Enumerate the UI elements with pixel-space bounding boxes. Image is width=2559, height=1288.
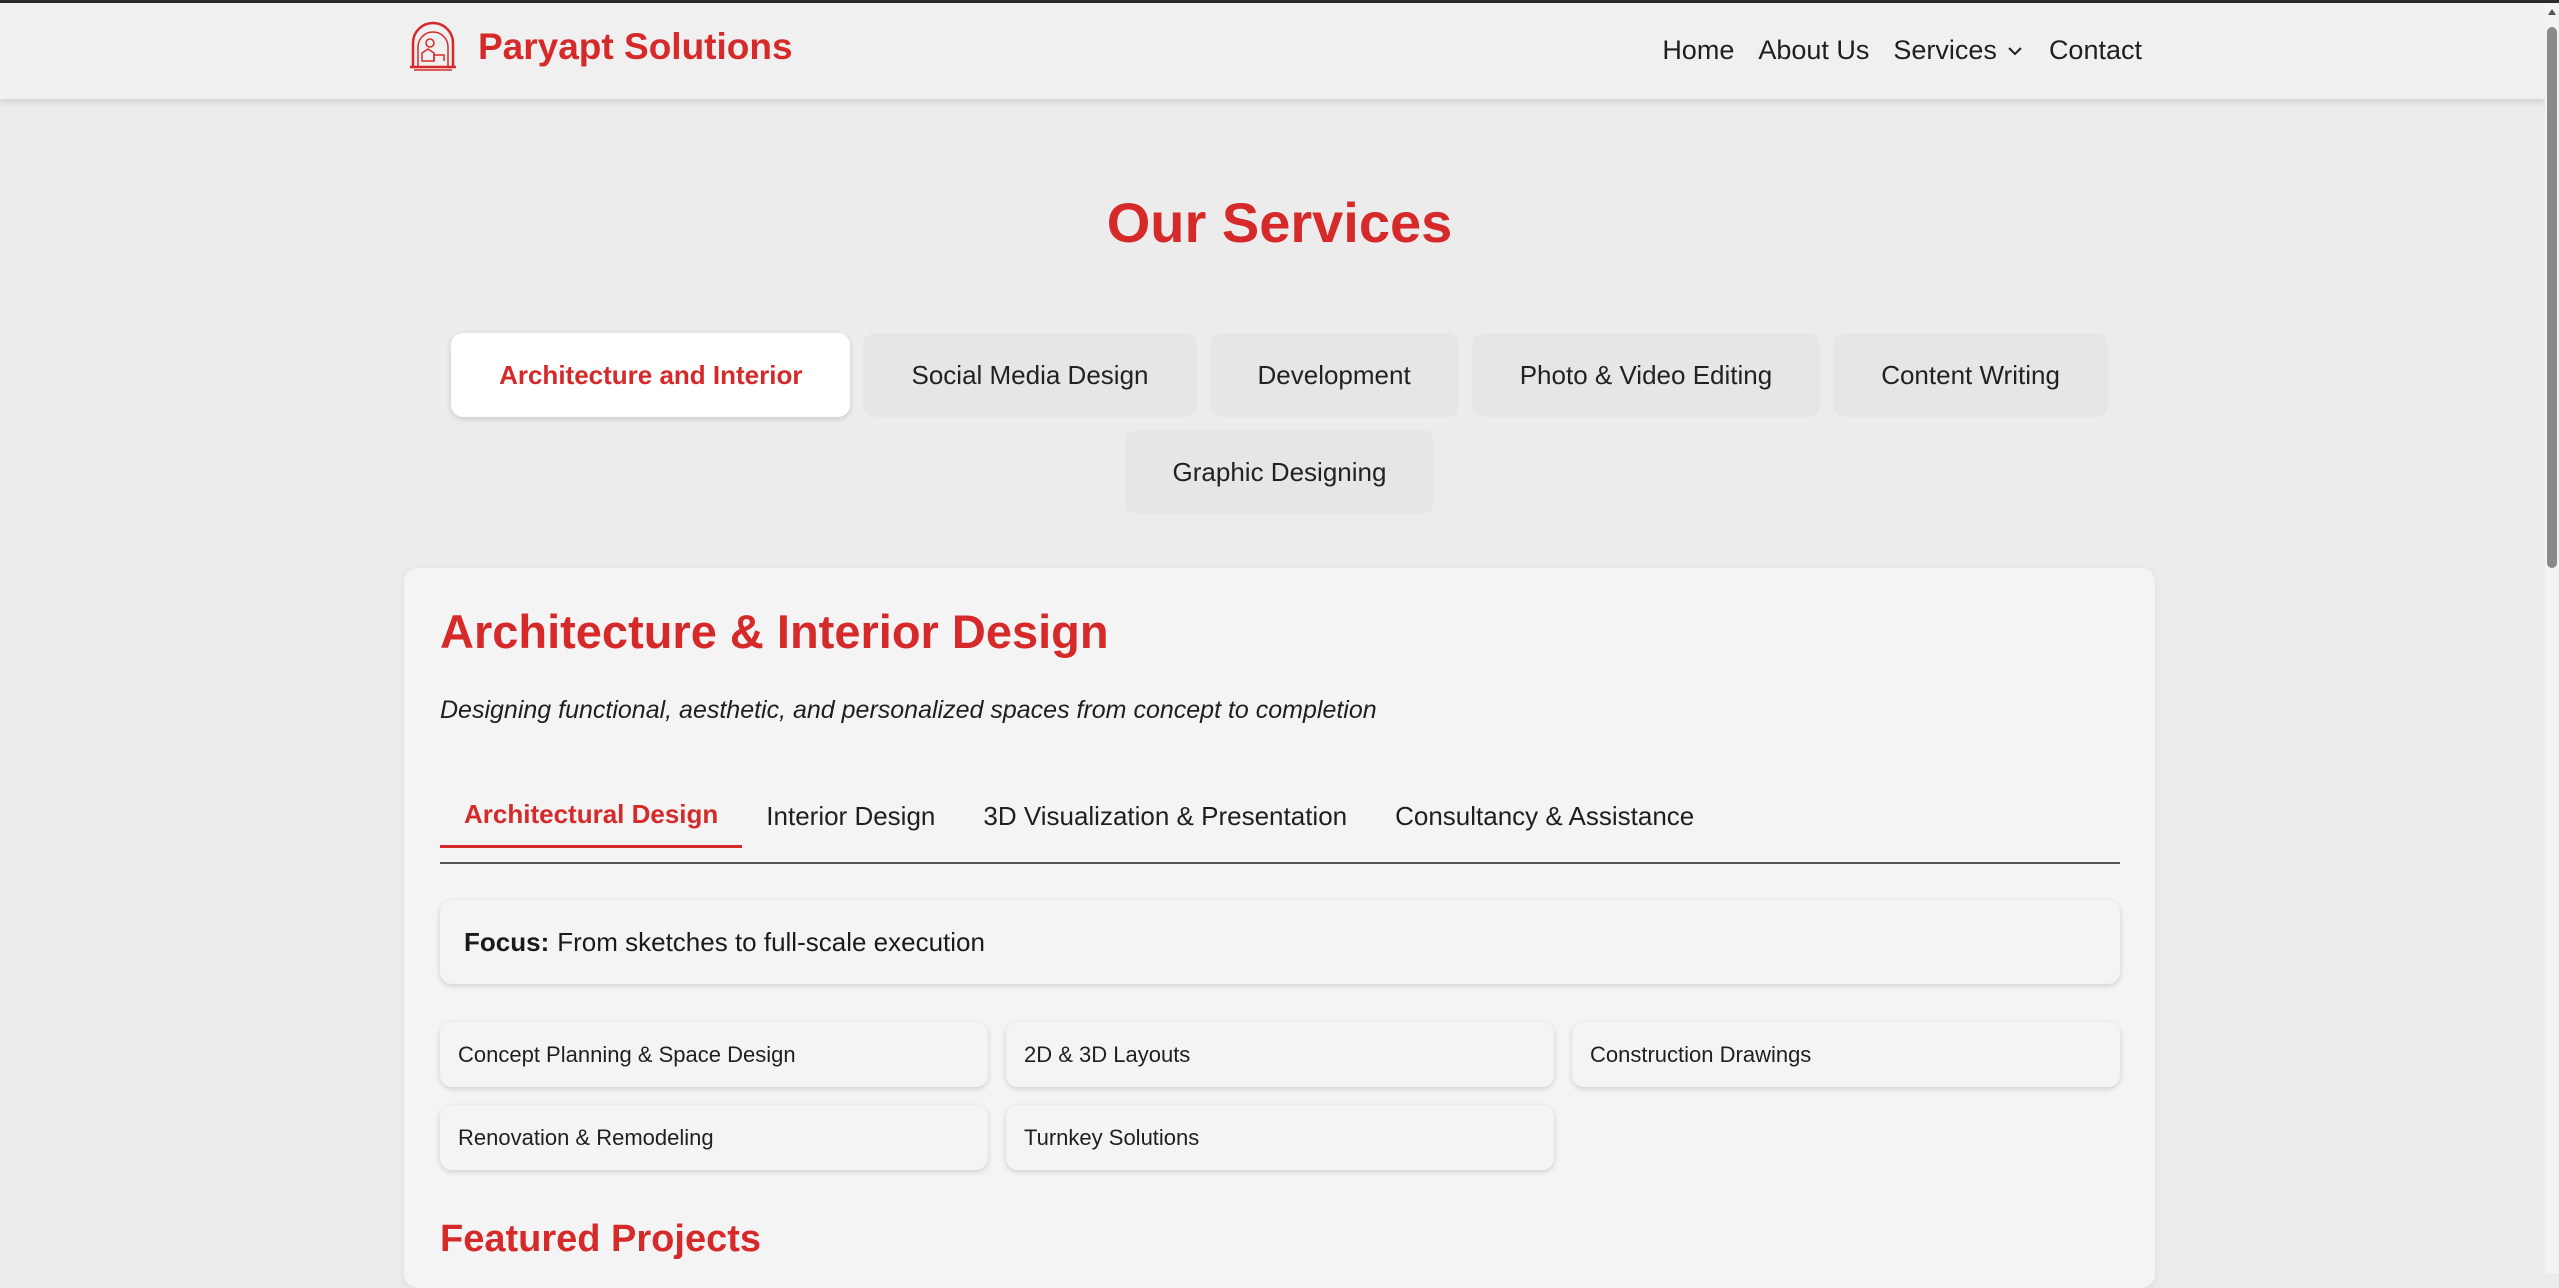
feature-list: Concept Planning & Space Design 2D & 3D … bbox=[440, 1022, 2120, 1170]
service-tabs: Architecture and Interior Social Media D… bbox=[0, 333, 2559, 527]
nav-home[interactable]: Home bbox=[1662, 35, 1734, 66]
tab-development[interactable]: Development bbox=[1209, 333, 1459, 417]
page-title: Our Services bbox=[1106, 191, 1453, 254]
brand[interactable]: Paryapt Solutions bbox=[408, 21, 793, 73]
tab-photo-video-editing[interactable]: Photo & Video Editing bbox=[1471, 333, 1821, 417]
nav-contact[interactable]: Contact bbox=[2049, 35, 2142, 66]
house-arch-logo bbox=[410, 21, 456, 71]
focus-text: From sketches to full-scale execution bbox=[557, 926, 985, 957]
sub-tabs: Architectural Design Interior Design 3D … bbox=[440, 784, 2120, 864]
nav-about-us[interactable]: About Us bbox=[1758, 35, 1869, 66]
subtab-interior-design[interactable]: Interior Design bbox=[742, 784, 959, 848]
feature-item: Renovation & Remodeling bbox=[440, 1105, 988, 1170]
subtab-3d-visualization[interactable]: 3D Visualization & Presentation bbox=[959, 784, 1371, 848]
tab-social-media-design[interactable]: Social Media Design bbox=[863, 333, 1197, 417]
service-subtitle: Designing functional, aesthetic, and per… bbox=[440, 696, 1377, 724]
featured-projects-heading: Featured Projects bbox=[440, 1218, 761, 1260]
feature-item: 2D & 3D Layouts bbox=[1006, 1022, 1554, 1087]
focus-label: Focus: bbox=[464, 926, 550, 957]
subtab-consultancy[interactable]: Consultancy & Assistance bbox=[1371, 784, 1718, 848]
subtab-architectural-design[interactable]: Architectural Design bbox=[440, 784, 743, 848]
scroll-up-arrow-icon[interactable] bbox=[2548, 9, 2556, 15]
chevron-down-icon bbox=[2008, 46, 2022, 55]
tab-content-writing[interactable]: Content Writing bbox=[1833, 333, 2108, 417]
service-detail-card: Architecture & Interior Design Designing… bbox=[404, 568, 2155, 1288]
service-title: Architecture & Interior Design bbox=[440, 605, 1109, 658]
feature-item: Construction Drawings bbox=[1572, 1022, 2120, 1087]
feature-item: Concept Planning & Space Design bbox=[440, 1022, 988, 1087]
tab-architecture-interior[interactable]: Architecture and Interior bbox=[451, 333, 851, 417]
brand-name[interactable]: Paryapt Solutions bbox=[478, 26, 793, 68]
main-nav: Home About Us Services Contact bbox=[1662, 35, 2142, 66]
focus-box: Focus: From sketches to full-scale execu… bbox=[440, 900, 2120, 984]
nav-services-label: Services bbox=[1893, 35, 1997, 65]
site-header: Paryapt Solutions Home About Us Services… bbox=[0, 3, 2545, 99]
feature-item: Turnkey Solutions bbox=[1006, 1105, 1554, 1170]
tab-graphic-designing[interactable]: Graphic Designing bbox=[1124, 430, 1435, 514]
nav-services[interactable]: Services bbox=[1893, 35, 2025, 66]
